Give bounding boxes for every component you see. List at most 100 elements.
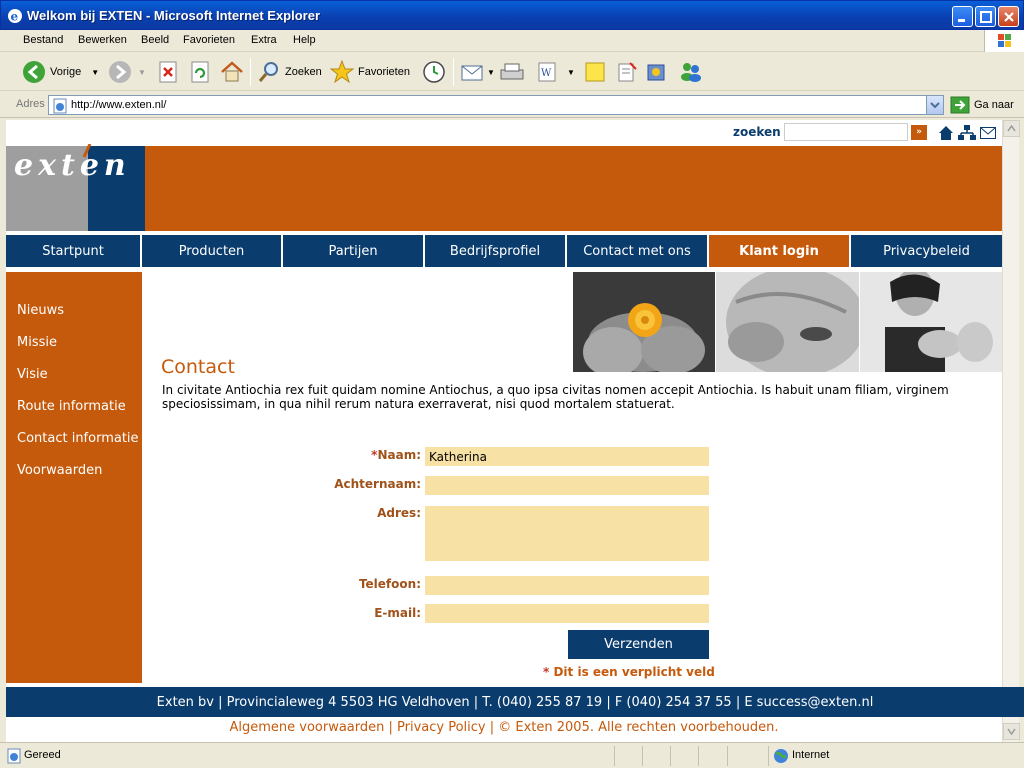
site-search-row: zoeken » [6, 120, 1002, 146]
back-button[interactable]: Vorige ▼ [22, 59, 99, 85]
refresh-button[interactable] [190, 59, 210, 85]
nav-privacybeleid[interactable]: Privacybeleid [851, 235, 1002, 267]
chevron-down-icon [1007, 728, 1016, 736]
sidebar-item-route-informatie[interactable]: Route informatie [17, 399, 126, 414]
discuss-button[interactable] [584, 59, 606, 85]
verzenden-button[interactable]: Verzenden [568, 630, 709, 659]
nav-startpunt[interactable]: Startpunt [6, 235, 140, 267]
search-label: Zoeken [285, 66, 322, 78]
sitemap-icon[interactable] [958, 125, 976, 141]
address-dropdown[interactable] [926, 96, 943, 114]
go-button[interactable]: Ga naar [950, 96, 1014, 114]
favorites-button[interactable]: Favorieten [330, 59, 410, 85]
menu-bar: Bestand Bewerken Beeld Favorieten Extra … [0, 30, 1024, 52]
address-input[interactable]: http://www.exten.nl/ [48, 95, 944, 115]
achternaam-label: Achternaam: [334, 477, 421, 491]
adres-textarea[interactable] [425, 506, 709, 561]
chevron-down-icon[interactable]: ▼ [138, 68, 146, 77]
go-label: Ga naar [974, 99, 1014, 111]
site-search-button[interactable]: » [911, 125, 927, 140]
required-note: * Dit is een verplicht veld [543, 665, 715, 679]
page-status-icon [7, 748, 21, 764]
back-label: Vorige [50, 66, 82, 78]
menu-bestand[interactable]: Bestand [23, 34, 63, 46]
required-note-text: Dit is een verplicht veld [553, 665, 715, 679]
sidebar-item-visie[interactable]: Visie [17, 367, 48, 382]
menu-extra[interactable]: Extra [251, 34, 277, 46]
sidebar-item-contact-informatie[interactable]: Contact informatie [17, 431, 139, 446]
nav-contact-met-ons[interactable]: Contact met ons [567, 235, 707, 267]
note-icon [585, 62, 605, 82]
chevron-down-icon[interactable]: ▼ [567, 68, 575, 77]
edit-button[interactable]: W ▼ [537, 59, 575, 85]
page-viewport: zoeken » exten Startpunt Producten Parti… [6, 120, 1002, 742]
research-button[interactable] [616, 59, 638, 85]
svg-text:W: W [541, 68, 552, 79]
menu-bewerken[interactable]: Bewerken [78, 34, 127, 46]
site-search-input[interactable] [784, 123, 908, 141]
exten-logo[interactable]: exten [6, 144, 145, 231]
achternaam-input[interactable] [425, 476, 709, 495]
media-icon [647, 64, 665, 81]
forward-arrow-icon [109, 61, 131, 83]
close-icon [1004, 12, 1014, 22]
naam-input[interactable] [425, 447, 709, 466]
email-label: E-mail: [374, 606, 421, 620]
favorites-label: Favorieten [358, 66, 410, 78]
sidebar: Nieuws Missie Visie Route informatie Con… [6, 272, 142, 683]
nav-bedrijfsprofiel[interactable]: Bedrijfsprofiel [425, 235, 565, 267]
magnifier-icon [258, 62, 278, 82]
photo-hands-flower [573, 272, 716, 372]
address-label: Adres [16, 98, 45, 110]
research-icon [618, 62, 637, 82]
footer-links[interactable]: Algemene voorwaarden | Privacy Policy | … [6, 717, 1002, 739]
home-button[interactable] [220, 59, 244, 85]
header-photos [573, 272, 1002, 372]
scroll-down-button[interactable] [1003, 723, 1020, 740]
chevron-down-icon[interactable]: ▼ [91, 68, 99, 77]
scroll-up-button[interactable] [1003, 120, 1020, 137]
go-arrow-icon [950, 96, 970, 114]
adres-label: Adres: [377, 506, 421, 520]
email-input[interactable] [425, 604, 709, 623]
close-button[interactable] [998, 6, 1019, 27]
ie-icon: e [8, 9, 22, 24]
globe-icon [774, 749, 788, 763]
home-icon[interactable] [938, 125, 954, 141]
status-bar: Gereed Internet [0, 742, 1024, 768]
maximize-button[interactable] [975, 6, 996, 27]
vertical-scrollbar[interactable] [1002, 120, 1020, 742]
menu-favorieten[interactable]: Favorieten [183, 34, 235, 46]
sidebar-item-missie[interactable]: Missie [17, 335, 57, 350]
history-button[interactable] [422, 59, 446, 85]
messenger-button[interactable] [679, 59, 703, 85]
mail-button[interactable]: ▼ [461, 59, 495, 85]
telefoon-input[interactable] [425, 576, 709, 595]
window-title: Welkom bij EXTEN - Microsoft Internet Ex… [27, 8, 321, 23]
status-text: Gereed [24, 749, 61, 761]
media-button[interactable] [645, 59, 669, 85]
nav-partijen[interactable]: Partijen [283, 235, 423, 267]
back-arrow-icon [23, 61, 45, 83]
minimize-icon [958, 19, 965, 22]
print-button[interactable] [499, 59, 525, 85]
status-divider [698, 746, 699, 766]
forward-button[interactable]: ▼ [108, 59, 146, 85]
zone-label: Internet [792, 749, 830, 761]
telefoon-label: Telefoon: [358, 577, 421, 591]
toolbar: Vorige ▼ ▼ Zoeken Favorieten ▼ W ▼ [0, 53, 1024, 91]
chevron-down-icon[interactable]: ▼ [487, 68, 495, 77]
stop-button[interactable] [158, 59, 178, 85]
sidebar-item-nieuws[interactable]: Nieuws [17, 303, 64, 318]
search-button[interactable]: Zoeken [257, 59, 322, 85]
status-divider [670, 746, 671, 766]
nav-klant-login[interactable]: Klant login [709, 235, 849, 267]
menu-help[interactable]: Help [293, 34, 316, 46]
nav-producten[interactable]: Producten [142, 235, 281, 267]
sidebar-item-voorwaarden[interactable]: Voorwaarden [17, 463, 102, 478]
minimize-button[interactable] [952, 6, 973, 27]
mail-icon[interactable] [980, 127, 996, 139]
naam-label-text: Naam: [377, 448, 421, 462]
page-icon [53, 98, 67, 114]
menu-beeld[interactable]: Beeld [141, 34, 169, 46]
